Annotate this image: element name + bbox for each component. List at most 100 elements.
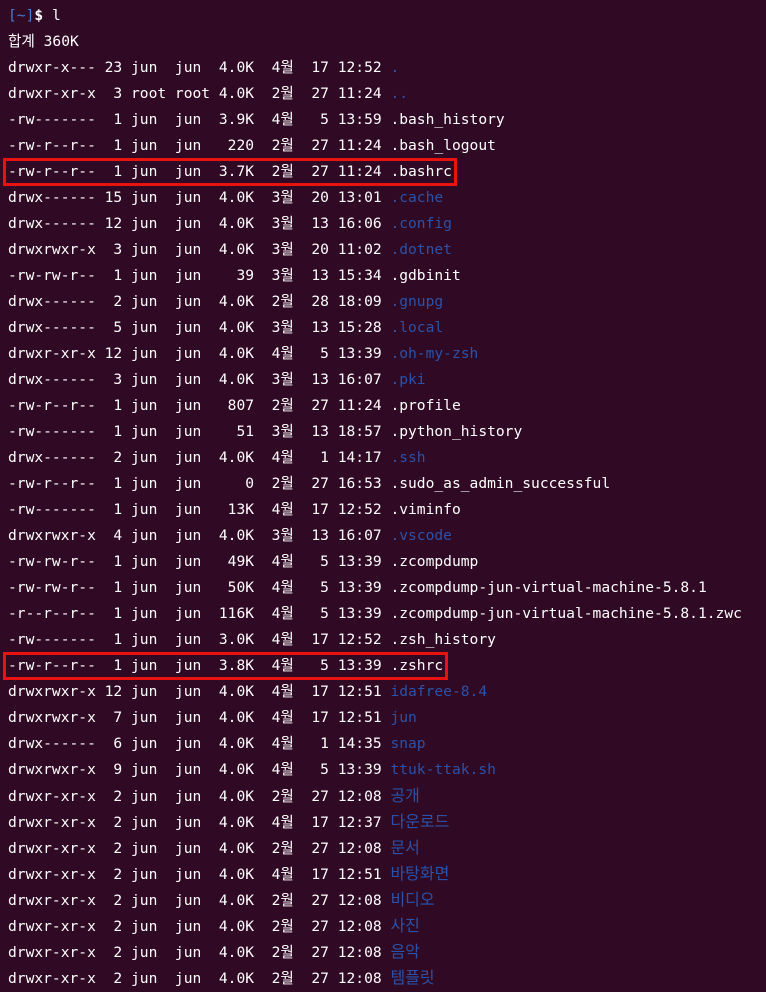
listing-row: -rw-rw-r-- 1 jun jun 50K 4월 5 13:39 .zco… — [8, 575, 764, 601]
prompt-path: ~ — [16, 7, 26, 24]
row-metadata: -rw------- 1 jun jun 51 3월 13 18:57 — [8, 423, 391, 440]
listing-row: drwxrwxr-x 7 jun jun 4.0K 4월 17 12:51 ju… — [8, 705, 764, 731]
listing-row: drwx------ 2 jun jun 4.0K 4월 1 14:17 .ss… — [8, 445, 764, 471]
file-name[interactable]: .zcompdump — [390, 553, 478, 570]
row-metadata: drwx------ 2 jun jun 4.0K 4월 1 14:17 — [8, 449, 391, 466]
row-metadata: drwx------ 15 jun jun 4.0K 3월 20 13:01 — [8, 189, 391, 206]
listing-row: drwx------ 12 jun jun 4.0K 3월 13 16:06 .… — [8, 211, 764, 237]
listing-row: -rw-rw-r-- 1 jun jun 49K 4월 5 13:39 .zco… — [8, 549, 764, 575]
directory-name[interactable]: .oh-my-zsh — [390, 345, 478, 362]
listing-row: -rw-r--r-- 1 jun jun 3.8K 4월 5 13:39 .zs… — [3, 652, 764, 680]
listing-row: -rw------- 1 jun jun 13K 4월 17 12:52 .vi… — [8, 497, 764, 523]
listing-row: -r--r--r-- 1 jun jun 116K 4월 5 13:39 .zc… — [8, 601, 764, 627]
row-metadata: drwxr-xr-x 2 jun jun 4.0K 2월 27 12:08 — [8, 840, 391, 857]
row-metadata: drwx------ 5 jun jun 4.0K 3월 13 15:28 — [8, 319, 391, 336]
directory-name[interactable]: 공개 — [390, 786, 419, 805]
row-metadata: -rw------- 1 jun jun 3.0K 4월 17 12:52 — [8, 631, 391, 648]
row-metadata: drwx------ 2 jun jun 4.0K 2월 28 18:09 — [8, 293, 391, 310]
directory-name[interactable]: 비디오 — [390, 890, 434, 909]
row-metadata: drwxr-xr-x 2 jun jun 4.0K 4월 17 12:51 — [8, 866, 391, 883]
file-name[interactable]: .profile — [390, 397, 460, 414]
row-metadata: drwxr-xr-x 2 jun jun 4.0K 2월 27 12:08 — [8, 944, 391, 961]
listing-row: -rw------- 1 jun jun 51 3월 13 18:57 .pyt… — [8, 419, 764, 445]
directory-name[interactable]: 바탕화면 — [390, 864, 449, 883]
row-metadata: drwxr-xr-x 12 jun jun 4.0K 4월 5 13:39 — [8, 345, 391, 362]
row-metadata: drwxr-xr-x 2 jun jun 4.0K 2월 27 12:08 — [8, 918, 391, 935]
row-metadata: drwxr-xr-x 2 jun jun 4.0K 4월 17 12:37 — [8, 814, 391, 831]
directory-name[interactable]: 사진 — [390, 916, 419, 935]
listing-row: drwxr-xr-x 2 jun jun 4.0K 2월 27 12:08 문서 — [8, 835, 764, 861]
listing-row: drwxrwxr-x 12 jun jun 4.0K 4월 17 12:51 i… — [8, 679, 764, 705]
directory-name[interactable]: ttuk-ttak.sh — [390, 761, 495, 778]
directory-name[interactable]: idafree-8.4 — [390, 683, 487, 700]
file-name[interactable]: .zshrc — [390, 657, 443, 674]
row-metadata: -rw------- 1 jun jun 3.9K 4월 5 13:59 — [8, 111, 391, 128]
listing-row: drwxr-xr-x 2 jun jun 4.0K 2월 27 12:08 템플… — [8, 965, 764, 991]
listing-row: drwxrwxr-x 4 jun jun 4.0K 3월 13 16:07 .v… — [8, 523, 764, 549]
row-metadata: -rw-r--r-- 1 jun jun 3.8K 4월 5 13:39 — [8, 657, 391, 674]
file-name[interactable]: .python_history — [390, 423, 522, 440]
listing-row: drwxr-xr-x 2 jun jun 4.0K 4월 17 12:37 다운… — [8, 809, 764, 835]
directory-name[interactable]: .vscode — [390, 527, 452, 544]
directory-name[interactable]: jun — [390, 709, 416, 726]
listing-row: drwxr-xr-x 2 jun jun 4.0K 2월 27 12:08 비디… — [8, 887, 764, 913]
directory-name[interactable]: 다운로드 — [390, 812, 449, 831]
terminal-window[interactable]: { "prompt": { "open_bracket": "[", "path… — [0, 0, 766, 987]
row-metadata: -r--r--r-- 1 jun jun 116K 4월 5 13:39 — [8, 605, 391, 622]
directory-name[interactable]: .. — [390, 85, 408, 102]
prompt-line: [~]$ l — [8, 3, 764, 29]
listing-row: drwxr-xr-x 2 jun jun 4.0K 2월 27 12:08 공개 — [8, 783, 764, 809]
total-size-line: 합계 360K — [8, 33, 79, 50]
listing-row: drwx------ 6 jun jun 4.0K 4월 1 14:35 sna… — [8, 731, 764, 757]
file-name[interactable]: .zcompdump-jun-virtual-machine-5.8.1 — [390, 579, 706, 596]
directory-name[interactable]: .local — [390, 319, 443, 336]
row-metadata: drwxrwxr-x 4 jun jun 4.0K 3월 13 16:07 — [8, 527, 391, 544]
file-name[interactable]: .bash_logout — [390, 137, 495, 154]
row-metadata: drwxr-xr-x 2 jun jun 4.0K 2월 27 12:08 — [8, 892, 391, 909]
row-metadata: drwxr-xr-x 2 jun jun 4.0K 2월 27 12:08 — [8, 788, 391, 805]
listing-row: -rw------- 1 jun jun 3.9K 4월 5 13:59 .ba… — [8, 107, 764, 133]
file-name[interactable]: .zsh_history — [390, 631, 495, 648]
terminal-output[interactable]: [~]$ l 합계 360K drwxr-x--- 23 jun jun 4.0… — [3, 3, 764, 991]
listing-row: drwxr-xr-x 2 jun jun 4.0K 4월 17 12:51 바탕… — [8, 861, 764, 887]
prompt-symbol: $ — [34, 7, 44, 24]
file-listing: drwxr-x--- 23 jun jun 4.0K 4월 17 12:52 .… — [3, 55, 764, 991]
row-metadata: drwx------ 6 jun jun 4.0K 4월 1 14:35 — [8, 735, 391, 752]
directory-name[interactable]: .dotnet — [390, 241, 452, 258]
directory-name[interactable]: 문서 — [390, 838, 419, 857]
row-metadata: drwxr-xr-x 3 root root 4.0K 2월 27 11:24 — [8, 85, 391, 102]
directory-name[interactable]: .pki — [390, 371, 425, 388]
prompt-open-bracket: [ — [8, 7, 17, 24]
listing-row: drwx------ 3 jun jun 4.0K 3월 13 16:07 .p… — [8, 367, 764, 393]
file-name[interactable]: .bash_history — [390, 111, 504, 128]
directory-name[interactable]: 템플릿 — [390, 968, 434, 987]
row-metadata: drwx------ 3 jun jun 4.0K 3월 13 16:07 — [8, 371, 391, 388]
listing-row: drwxr-xr-x 3 root root 4.0K 2월 27 11:24 … — [8, 81, 764, 107]
directory-name[interactable]: .ssh — [390, 449, 425, 466]
row-metadata: -rw-r--r-- 1 jun jun 0 2월 27 16:53 — [8, 475, 391, 492]
listing-row: drwxrwxr-x 9 jun jun 4.0K 4월 5 13:39 ttu… — [8, 757, 764, 783]
directory-name[interactable]: .cache — [390, 189, 443, 206]
file-name[interactable]: .gdbinit — [390, 267, 460, 284]
file-name[interactable]: .viminfo — [390, 501, 460, 518]
listing-row: drwxrwxr-x 3 jun jun 4.0K 3월 20 11:02 .d… — [8, 237, 764, 263]
listing-row: drwxr-xr-x 2 jun jun 4.0K 2월 27 12:08 음악 — [8, 939, 764, 965]
file-name[interactable]: .sudo_as_admin_successful — [390, 475, 610, 492]
listing-row: -rw-r--r-- 1 jun jun 3.7K 2월 27 11:24 .b… — [3, 158, 764, 186]
directory-name[interactable]: snap — [390, 735, 425, 752]
file-name[interactable]: .bashrc — [390, 163, 452, 180]
listing-row: -rw-r--r-- 1 jun jun 0 2월 27 16:53 .sudo… — [8, 471, 764, 497]
row-metadata: drwxrwxr-x 3 jun jun 4.0K 3월 20 11:02 — [8, 241, 391, 258]
prompt-command: l — [51, 7, 61, 24]
directory-name[interactable]: 음악 — [390, 942, 419, 961]
row-metadata: -rw-rw-r-- 1 jun jun 39 3월 13 15:34 — [8, 267, 391, 284]
directory-name[interactable]: .gnupg — [390, 293, 443, 310]
row-metadata: -rw-r--r-- 1 jun jun 3.7K 2월 27 11:24 — [8, 163, 391, 180]
row-metadata: drwxrwxr-x 9 jun jun 4.0K 4월 5 13:39 — [8, 761, 391, 778]
row-metadata: drwxr-xr-x 2 jun jun 4.0K 2월 27 12:08 — [8, 970, 391, 987]
directory-name[interactable]: .config — [390, 215, 452, 232]
directory-name[interactable]: . — [390, 59, 399, 76]
file-name[interactable]: .zcompdump-jun-virtual-machine-5.8.1.zwc — [390, 605, 741, 622]
row-metadata: -rw-r--r-- 1 jun jun 220 2월 27 11:24 — [8, 137, 391, 154]
listing-row: drwxr-xr-x 12 jun jun 4.0K 4월 5 13:39 .o… — [8, 341, 764, 367]
